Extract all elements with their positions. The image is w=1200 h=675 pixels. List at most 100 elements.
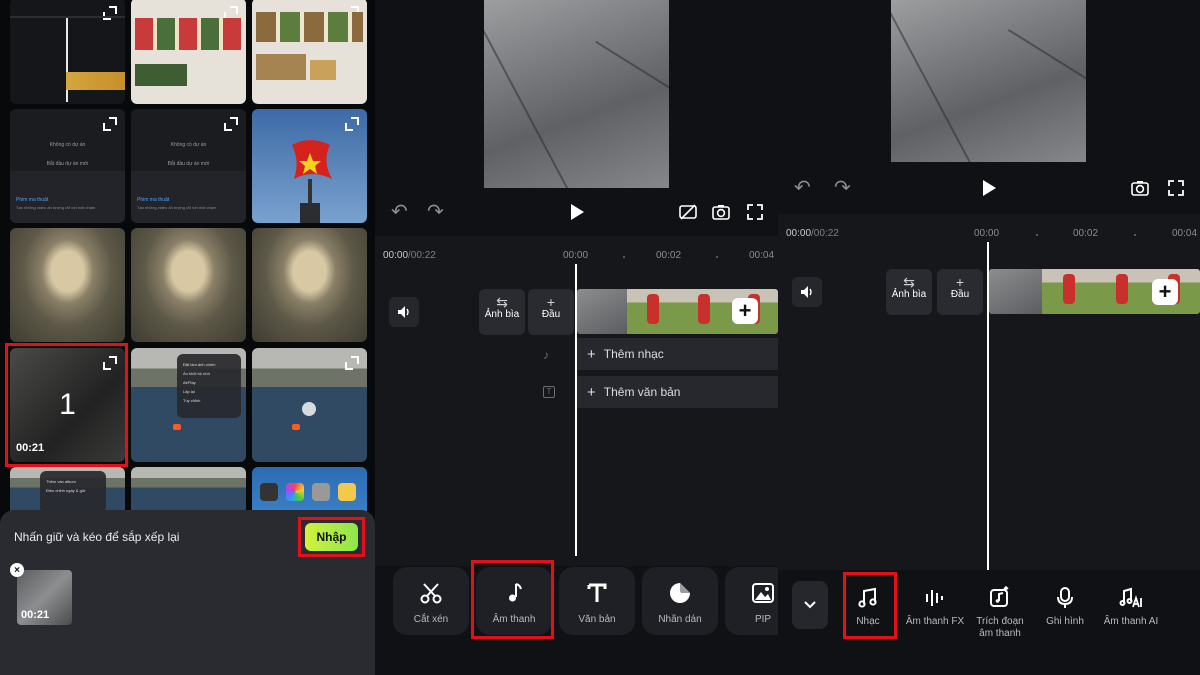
remove-clip-icon[interactable]: × — [10, 563, 24, 577]
ai-music-icon — [1119, 587, 1142, 608]
gallery-thumb-project-screen-2[interactable]: Không có dự án Bắt đầu dự án mới Phim ma… — [131, 109, 246, 223]
video-preview — [484, 0, 669, 188]
tab-ai-audio-label: Âm thanh AI — [1103, 616, 1159, 627]
cover-label: Ảnh bìa — [484, 309, 520, 320]
cover-button[interactable]: ⇆ Ảnh bìa — [886, 269, 932, 315]
add-text-label: Thêm văn bản — [603, 385, 681, 399]
gallery-thumb-blurred-2[interactable] — [131, 228, 246, 342]
gallery-thumb-editor-screenshot[interactable] — [10, 0, 125, 104]
extract-audio-icon — [990, 586, 1009, 607]
mute-button[interactable] — [389, 297, 419, 327]
sound-wave-icon — [926, 590, 943, 606]
gallery-thumb-project-screen-1[interactable]: Không có dự án Bắt đầu dự án mới Phim ma… — [10, 109, 125, 223]
audio-highlight-frame — [471, 560, 554, 639]
tool-text[interactable]: Văn bản — [559, 567, 635, 635]
expand-icon[interactable] — [224, 117, 238, 131]
cover-button[interactable]: ⇆ Ảnh bìa — [479, 289, 525, 335]
playhead[interactable] — [987, 242, 989, 570]
magic-film-text: Phim ma thuật — [137, 197, 170, 203]
add-clip-button[interactable]: + — [732, 298, 758, 324]
tool-text-label: Văn bản — [578, 614, 616, 625]
play-icon — [302, 402, 316, 416]
undo-icon[interactable]: ↶ — [794, 178, 811, 198]
menu-item-customize[interactable]: Tùy chỉnh — [183, 396, 215, 405]
gallery-panel: Không có dự án Bắt đầu dự án mới Phim ma… — [0, 0, 375, 675]
menu-item-loop[interactable]: Lặp lại — [183, 387, 215, 396]
time-total: /00:22 — [811, 228, 839, 239]
mini-project-bar: Bắt đầu dự án mới Phim ma thuật Tạo nhữn… — [10, 161, 125, 223]
plus-icon: + — [587, 383, 596, 401]
menu-item-set-photo[interactable]: Đặt làm ảnh chính — [183, 360, 215, 369]
picked-clip-thumb[interactable]: 00:21 — [17, 570, 72, 625]
screenshot-composite: Không có dự án Bắt đầu dự án mới Phim ma… — [0, 0, 1200, 675]
tool-sticker-label: Nhãn dán — [658, 614, 702, 625]
hdr-off-icon[interactable] — [678, 202, 698, 222]
cover-label: Ảnh bìa — [891, 289, 927, 300]
play-button[interactable] — [983, 180, 996, 196]
flag-illustration — [292, 140, 332, 223]
fullscreen-icon[interactable] — [1166, 178, 1186, 198]
tool-pip[interactable]: PIP — [725, 567, 778, 635]
undo-icon[interactable]: ↶ — [391, 202, 408, 222]
menu-item-adjust-date[interactable]: Điều chỉnh ngày & giờ — [46, 486, 100, 495]
time-current: 00:00 — [786, 228, 812, 239]
tick-label: 00:04 — [749, 250, 775, 261]
add-clip-button[interactable]: + — [1152, 279, 1178, 305]
snapshot-icon[interactable] — [1130, 178, 1150, 198]
add-music-row[interactable]: + Thêm nhạc — [577, 338, 778, 370]
plus-icon: + — [587, 345, 596, 363]
plus-icon: + — [955, 274, 965, 290]
gallery-thumb-blurred-3[interactable] — [252, 228, 367, 342]
gallery-thumb-photo-collage[interactable] — [131, 0, 246, 104]
snapshot-icon[interactable] — [711, 202, 731, 222]
tab-ai-audio[interactable]: Âm thanh AI — [1098, 586, 1164, 628]
gallery-thumb-blurred-1[interactable] — [10, 228, 125, 342]
magic-desc-text: Tạo những video ấn tượng chỉ với một chạ… — [137, 205, 217, 210]
timeline-area — [778, 214, 1200, 570]
collapse-button[interactable] — [792, 581, 828, 629]
tab-sound-fx[interactable]: Âm thanh FX — [902, 586, 968, 628]
tab-extract-audio-label: Trích đoạn âm thanh — [976, 616, 1024, 639]
tool-sticker[interactable]: Nhãn dán — [642, 567, 718, 635]
import-button[interactable]: Nhập — [305, 523, 358, 551]
tab-record[interactable]: Ghi hình — [1035, 586, 1095, 628]
editor-panel-2: ↶ ↷ 00:00/00:22 00:00 00:02 00:04 ⇆ Ảnh … — [778, 0, 1200, 675]
expand-icon[interactable] — [103, 117, 117, 131]
text-track-icon: T — [543, 386, 555, 398]
tool-pip-label: PIP — [754, 614, 772, 625]
fullscreen-icon[interactable] — [745, 202, 765, 222]
add-text-row[interactable]: + Thêm văn bản — [577, 376, 778, 408]
tool-cut-label: Cắt xén — [413, 614, 449, 625]
menu-item-add-album[interactable]: Thêm vào album — [46, 477, 100, 486]
reorder-hint-text: Nhấn giữ và kéo để sắp xếp lại — [14, 530, 180, 544]
tab-extract-audio[interactable]: Trích đoạn âm thanh — [970, 586, 1030, 640]
tick-label: 00:02 — [1073, 228, 1099, 239]
gallery-thumb-food-collage[interactable] — [252, 0, 367, 104]
redo-icon[interactable]: ↷ — [834, 178, 851, 198]
gallery-thumb-kayak-video[interactable] — [252, 348, 367, 462]
mute-button[interactable] — [792, 277, 822, 307]
no-project-text: Không có dự án — [49, 142, 86, 148]
time-readout: 00:00/00:22 — [786, 228, 839, 239]
gallery-thumb-kayak-menu[interactable]: Đặt làm ảnh chính Ẩn khỏi bộ nhớ AirPlay… — [131, 348, 246, 462]
play-button[interactable] — [571, 204, 584, 220]
tick-label: 00:00 — [974, 228, 1000, 239]
tool-cut[interactable]: Cắt xén — [393, 567, 469, 635]
editor-panel-1: ↶ ↷ 00:00/00:22 00:00 00:02 00:04 ⇆ Ảnh … — [375, 0, 778, 675]
playhead[interactable] — [575, 264, 577, 556]
chevron-down-icon — [804, 601, 816, 609]
music-highlight-frame — [843, 572, 897, 639]
menu-item-airplay[interactable]: AirPlay — [183, 378, 215, 387]
start-button[interactable]: + Đầu — [528, 289, 574, 335]
no-project-text: Không có dự án — [170, 142, 207, 148]
start-button[interactable]: + Đầu — [937, 269, 983, 315]
redo-icon[interactable]: ↷ — [427, 202, 444, 222]
time-total: /00:22 — [408, 250, 436, 261]
mini-project-bar: Bắt đầu dự án mới Phim ma thuật Tạo nhữn… — [131, 161, 246, 223]
expand-icon[interactable] — [345, 356, 359, 370]
time-readout: 00:00/00:22 — [383, 250, 436, 261]
menu-item-hide[interactable]: Ẩn khỏi bộ nhớ — [183, 369, 215, 378]
gallery-thumb-flag-tower[interactable] — [252, 109, 367, 223]
video-preview — [891, 0, 1086, 162]
picture-icon — [752, 583, 774, 603]
